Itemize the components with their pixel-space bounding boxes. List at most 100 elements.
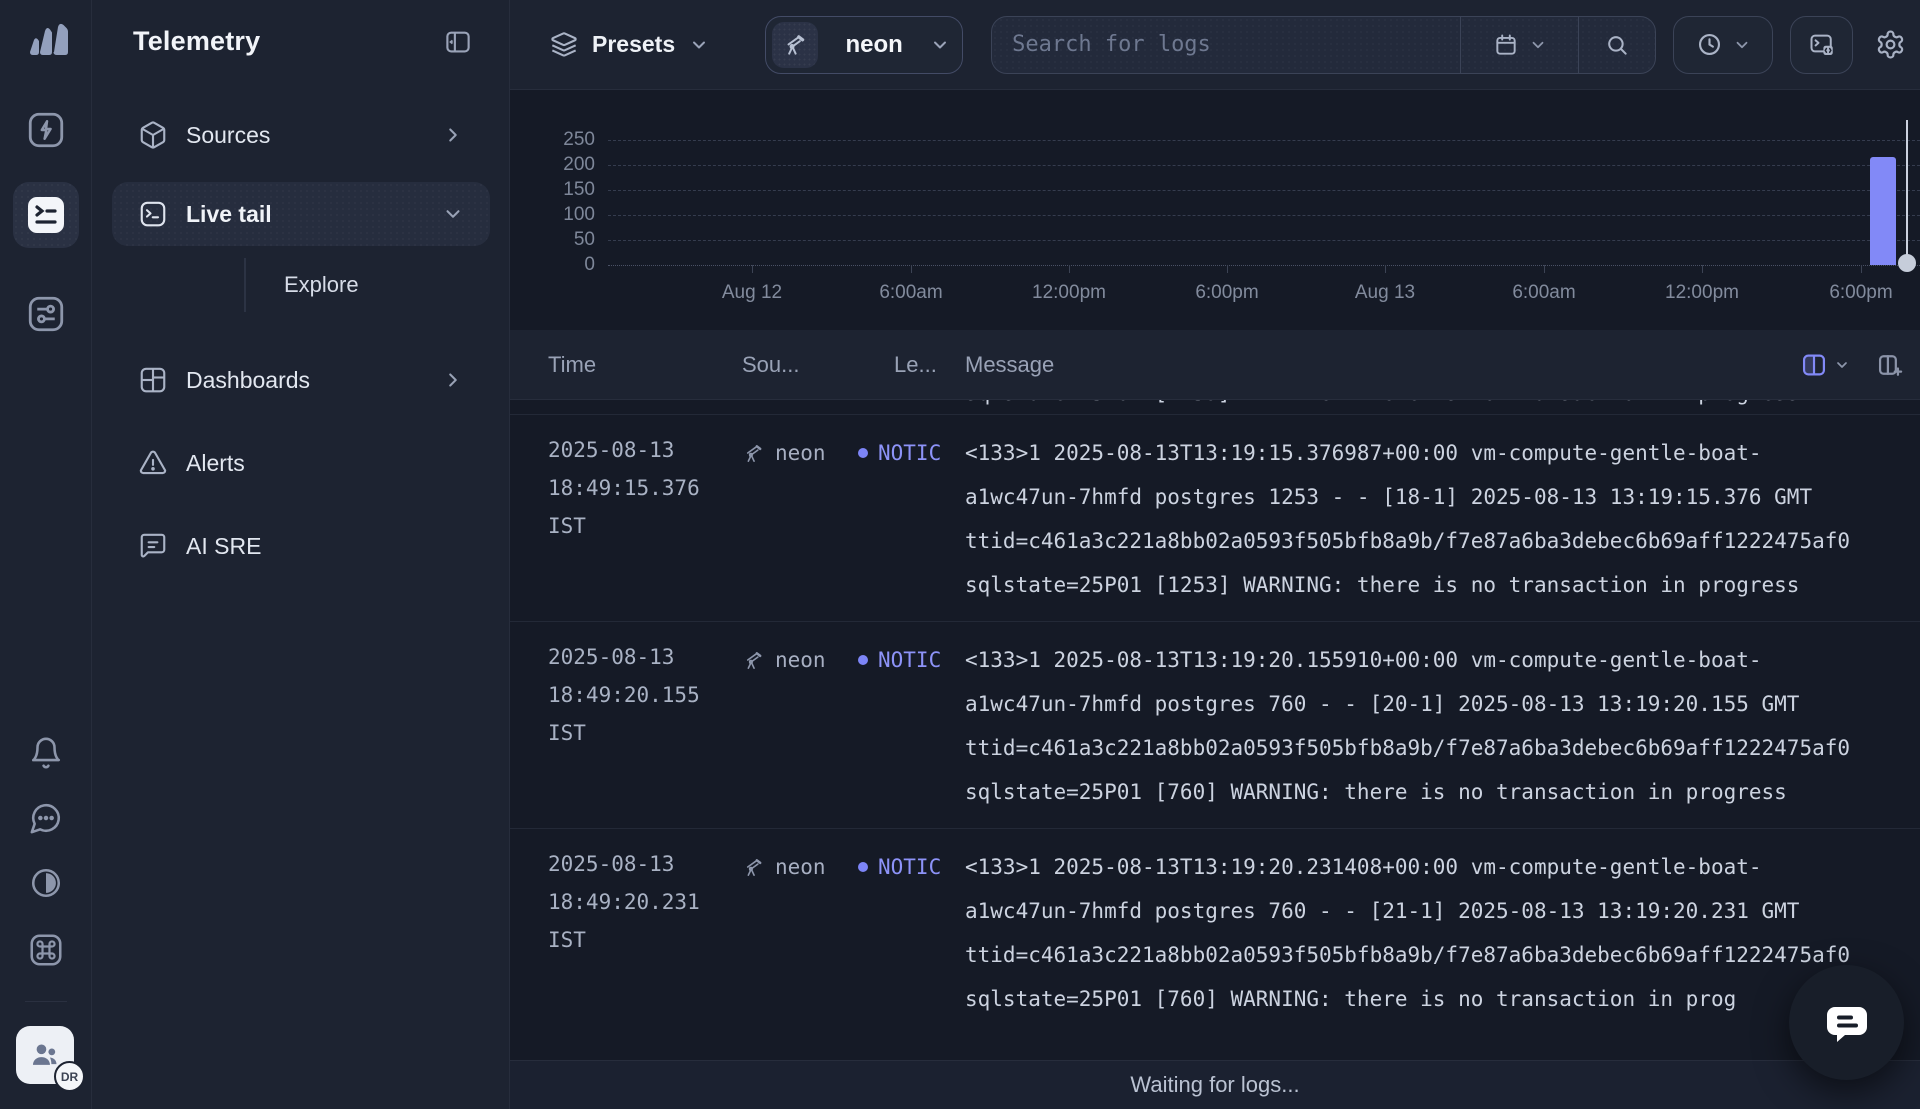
log-row[interactable]: 2025-08-13 18:49:20.155 IST neon NO — [510, 622, 1920, 829]
live-cursor-line[interactable] — [1906, 120, 1908, 262]
sidebar-item-explore[interactable]: Explore — [244, 259, 359, 311]
run-search-button[interactable] — [1578, 17, 1655, 73]
telescope-icon — [742, 856, 765, 879]
feedback-chat-button[interactable] — [24, 796, 68, 840]
x-tick-mark — [752, 265, 753, 273]
gridline — [608, 140, 1920, 141]
sidebar-item-label: Sources — [186, 122, 442, 149]
support-chat-launcher[interactable] — [1789, 965, 1904, 1080]
sidebar-item-sources[interactable]: Sources — [112, 103, 490, 167]
grid-icon — [138, 365, 168, 395]
chevron-down-icon — [442, 203, 464, 225]
log-timezone: IST — [548, 714, 742, 752]
log-date: 2025-08-13 — [548, 638, 742, 676]
telescope-icon — [742, 442, 765, 465]
add-column-button[interactable] — [1876, 351, 1904, 379]
level-dot-icon — [858, 862, 868, 872]
telescope-icon — [772, 22, 818, 68]
sidebar-item-label: AI SRE — [186, 533, 464, 560]
log-level: NOTIC — [878, 441, 941, 465]
x-tick-mark — [1069, 265, 1070, 273]
live-cursor-handle[interactable] — [1898, 254, 1916, 272]
log-level: NOTIC — [878, 648, 941, 672]
gridline — [608, 240, 1920, 241]
console-mode-button[interactable] — [1790, 16, 1853, 74]
chevron-down-icon — [1733, 36, 1751, 54]
log-rows-viewport[interactable]: sqlstate=25P01 [1253] WARNING: there is … — [510, 400, 1920, 1060]
x-axis-baseline — [608, 265, 1920, 266]
terminal-badge-icon — [1808, 31, 1836, 59]
column-layout-dropdown[interactable] — [1800, 351, 1850, 379]
theme-toggle-button[interactable] — [24, 861, 68, 905]
log-timezone: IST — [548, 921, 742, 959]
cube-icon — [138, 120, 168, 150]
clock-icon — [1696, 31, 1723, 58]
sliders-nav-button[interactable] — [24, 292, 68, 336]
log-row[interactable]: 2025-08-13 18:49:15.376 IST neon NO — [510, 415, 1920, 622]
date-range-dropdown[interactable] — [1460, 17, 1578, 73]
log-message-line: ttid=c461a3c221a8bb02a0593f505bfb8a9b/f7… — [965, 519, 1920, 563]
search-input[interactable] — [992, 17, 1460, 73]
telescope-icon — [742, 649, 765, 672]
presets-dropdown[interactable]: Presets — [550, 31, 709, 59]
histogram-bar[interactable] — [1870, 157, 1896, 265]
source-picker-value: neon — [830, 31, 918, 59]
waiting-status-text: Waiting for logs... — [1130, 1072, 1299, 1098]
chevron-right-icon — [442, 369, 464, 391]
terminal-icon — [138, 199, 168, 229]
column-header-source[interactable]: Sou... — [742, 352, 876, 378]
x-axis-label: 6:00pm — [1195, 282, 1258, 304]
icon-rail: DR — [0, 0, 92, 1109]
collapse-panel-icon[interactable] — [443, 27, 473, 57]
log-table-header: Time Sou... Le... Message — [510, 330, 1920, 400]
y-axis-tick: 50 — [510, 229, 595, 251]
x-axis-label: 6:00am — [1512, 282, 1575, 304]
main-content: Presets neon — [510, 0, 1920, 1109]
sidebar-item-ai-sre[interactable]: AI SRE — [112, 514, 490, 578]
log-message-line: sqlstate=25P01 [1253] WARNING: there is … — [965, 563, 1920, 607]
log-message-line: a1wc47un-7hmfd postgres 760 - - [21-1] 2… — [965, 889, 1920, 933]
log-row-clipped[interactable]: sqlstate=25P01 [1253] WARNING: there is … — [510, 400, 1920, 415]
app-screen: DR Telemetry Sources — [0, 0, 1920, 1109]
log-message-line: sqlstate=25P01 [760] WARNING: there is n… — [965, 770, 1920, 814]
sidebar-item-label: Alerts — [186, 450, 464, 477]
sidebar-item-alerts[interactable]: Alerts — [112, 431, 490, 495]
log-time-cell: 2025-08-13 18:49:15.376 IST — [548, 431, 742, 545]
chevron-down-icon — [930, 35, 950, 55]
settings-button[interactable] — [1875, 29, 1906, 60]
y-axis-tick: 250 — [510, 129, 595, 151]
column-header-time[interactable]: Time — [548, 352, 742, 378]
bell-icon — [29, 736, 63, 770]
columns-layout-icon — [1800, 351, 1828, 379]
log-time: 18:49:20.231 — [548, 883, 742, 921]
log-source: neon — [775, 441, 826, 465]
chevron-right-icon — [442, 124, 464, 146]
shortcuts-button[interactable] — [24, 928, 68, 972]
x-axis-label: 6:00pm — [1829, 282, 1892, 304]
sidebar-title: Telemetry — [133, 26, 260, 57]
x-axis-label: Aug 13 — [1355, 282, 1415, 304]
x-axis-label: Aug 12 — [722, 282, 782, 304]
notifications-button[interactable] — [24, 731, 68, 775]
sidebar-item-label: Dashboards — [186, 367, 442, 394]
time-range-dropdown[interactable] — [1673, 16, 1773, 74]
log-volume-chart[interactable]: 250 200 150 100 50 0 Aug 12 6:00am 12:00… — [510, 90, 1920, 330]
layers-icon — [550, 31, 578, 59]
log-source-cell: neon — [742, 638, 858, 682]
sidebar-item-live-tail[interactable]: Live tail — [112, 182, 490, 246]
column-header-message[interactable]: Message — [965, 352, 1920, 378]
x-tick-mark — [1861, 265, 1862, 273]
log-message-line: a1wc47un-7hmfd postgres 760 - - [20-1] 2… — [965, 682, 1920, 726]
column-header-level[interactable]: Le... — [876, 352, 965, 378]
log-row[interactable]: 2025-08-13 18:49:20.231 IST neon NO — [510, 829, 1920, 1035]
source-picker-dropdown[interactable]: neon — [765, 16, 963, 74]
y-axis-tick: 150 — [510, 179, 595, 201]
log-source-cell: neon — [742, 431, 858, 475]
user-initials-badge[interactable]: DR — [54, 1061, 85, 1092]
log-time-cell: 2025-08-13 18:49:20.155 IST — [548, 638, 742, 752]
brand-logo-icon[interactable] — [22, 18, 72, 64]
sidebar-item-dashboards[interactable]: Dashboards — [112, 348, 490, 412]
live-tail-nav-button[interactable] — [13, 182, 79, 248]
presets-label: Presets — [592, 31, 675, 58]
flash-nav-button[interactable] — [24, 108, 68, 152]
